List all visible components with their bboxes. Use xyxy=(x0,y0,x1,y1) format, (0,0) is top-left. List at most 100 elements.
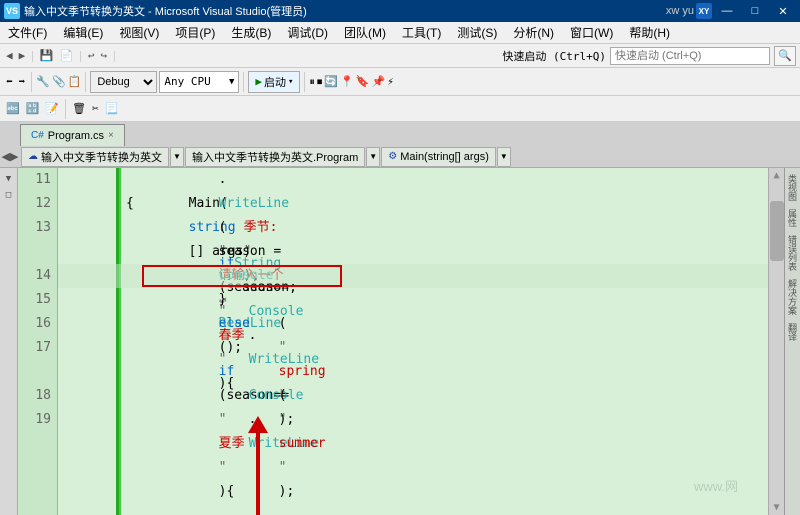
scroll-up-button[interactable]: ▲ xyxy=(769,168,784,181)
t2-icon-4[interactable]: 🗑 xyxy=(70,100,88,117)
watermark: www.网 xyxy=(694,476,738,495)
save-icon[interactable]: 💾 xyxy=(38,47,56,64)
menu-tools[interactable]: 工具(T) xyxy=(394,22,449,43)
cpu-dropdown-arrow: ▼ xyxy=(229,77,234,87)
right-sidebar-properties[interactable]: 属性 xyxy=(786,205,799,231)
menu-project[interactable]: 项目(P) xyxy=(167,22,223,43)
app-icon: VS xyxy=(4,3,20,19)
toolbar: ⬅ ➡ 🔧 📎 📋 Debug Release Any CPU ▼ ▶ 启动 ▾… xyxy=(0,68,800,96)
title-bar-controls: xw yu XY — □ ✕ xyxy=(666,1,796,21)
new-icon[interactable]: 📄 xyxy=(58,47,76,64)
toolbar-icon-4[interactable]: 📎 xyxy=(52,75,66,88)
toolbar2: 🔤 🔡 📝 🗑 ✂ 📃 xyxy=(0,96,800,122)
redo-icon[interactable]: ↪ xyxy=(99,47,110,64)
t2-icon-3[interactable]: 📝 xyxy=(43,100,61,117)
toolbar-icon-7[interactable]: ⏹ xyxy=(317,75,323,89)
scrollbar[interactable]: ▲ ▼ xyxy=(768,168,784,515)
toolbar-icon-8[interactable]: 🔄 xyxy=(324,75,338,88)
toolbar-icon-5[interactable]: 📋 xyxy=(68,75,82,88)
back-icon[interactable]: ◀ xyxy=(4,47,15,64)
forward-icon[interactable]: ▶ xyxy=(17,47,28,64)
sidebar-icon-2[interactable]: □ xyxy=(2,188,16,202)
menu-file[interactable]: 文件(F) xyxy=(0,22,55,43)
line-num-19: 19 xyxy=(18,408,51,432)
scroll-down-button[interactable]: ▼ xyxy=(769,502,784,513)
quick-search-button[interactable]: 🔍 xyxy=(774,46,796,66)
toolbar-icon-1[interactable]: ⬅ xyxy=(4,73,15,90)
separator-1 xyxy=(31,72,32,92)
scroll-thumb[interactable] xyxy=(770,201,784,261)
toolbar-icon-3[interactable]: 🔧 xyxy=(36,75,50,88)
path-segment-1[interactable]: ☁ 输入中文季节转换为英文 xyxy=(21,147,169,167)
path-dropdown-1[interactable]: ▼ xyxy=(170,147,184,167)
toolbar-icons: ◀ ▶ | 💾 📄 | ↩ ↪ | xyxy=(4,47,118,64)
toolbar-icon-10[interactable]: 🔖 xyxy=(356,75,370,88)
cpu-selector[interactable]: Any CPU ▼ xyxy=(159,71,239,93)
change-indicator-bar2 xyxy=(119,168,121,515)
line-num-14: 14 xyxy=(18,264,51,288)
quick-search-input[interactable] xyxy=(610,47,770,65)
tab-name: Program.cs xyxy=(48,130,104,142)
editor-container: ▼ □ 11 12 13 14 15 16 17 18 19 static vo… xyxy=(0,168,800,515)
tab-bar: C# Program.cs × xyxy=(0,122,800,146)
cpu-label: Any CPU xyxy=(164,75,210,88)
t2-icon-6[interactable]: 📃 xyxy=(103,100,121,117)
path-label-1: 输入中文季节转换为英文 xyxy=(41,149,162,165)
path-segment-2[interactable]: 输入中文季节转换为英文.Program xyxy=(185,147,365,167)
maximize-button[interactable]: □ xyxy=(742,1,768,21)
start-label: 启动 xyxy=(264,74,286,90)
left-sidebar: ▼ □ xyxy=(0,168,18,515)
menu-window[interactable]: 窗口(W) xyxy=(562,22,621,43)
undo-icon[interactable]: ↩ xyxy=(86,47,97,64)
menu-help[interactable]: 帮助(H) xyxy=(621,22,678,43)
quick-bar: ◀ ▶ | 💾 📄 | ↩ ↪ | 快速启动 (Ctrl+Q) 🔍 xyxy=(0,44,800,68)
close-button[interactable]: ✕ xyxy=(770,1,796,21)
right-sidebar: 类视图 属性 错误列表 解决方案 翻译 xyxy=(784,168,800,515)
path-dropdown-2[interactable]: ▼ xyxy=(366,147,380,167)
t2-icon-1[interactable]: 🔤 xyxy=(4,100,22,117)
cloud-icon: ☁ xyxy=(28,151,38,162)
separator-3 xyxy=(243,72,244,92)
menu-test[interactable]: 测试(S) xyxy=(449,22,505,43)
tab-close-button[interactable]: × xyxy=(108,130,114,141)
line-num-17b xyxy=(18,360,51,384)
menu-view[interactable]: 视图(V) xyxy=(111,22,167,43)
path-label-2: 输入中文季节转换为英文.Program xyxy=(192,149,358,165)
path-dropdown-3[interactable]: ▼ xyxy=(497,147,511,167)
title-bar-left: VS 输入中文季节转换为英文 - Microsoft Visual Studio… xyxy=(4,3,307,19)
toolbar-icon-6[interactable]: ⏸ xyxy=(309,75,315,89)
t2-icon-2[interactable]: 🔡 xyxy=(24,100,42,117)
t2-separator xyxy=(65,99,66,119)
start-button[interactable]: ▶ 启动 ▾ xyxy=(248,71,300,93)
tab-program-cs[interactable]: C# Program.cs × xyxy=(20,124,125,146)
right-sidebar-solution[interactable]: 解决方案 xyxy=(786,275,799,319)
debug-mode-select[interactable]: Debug Release xyxy=(90,71,157,93)
menu-analyze[interactable]: 分析(N) xyxy=(505,22,562,43)
right-sidebar-class-view[interactable]: 类视图 xyxy=(786,170,799,205)
line-num-18: 18 xyxy=(18,384,51,408)
window-title: 输入中文季节转换为英文 - Microsoft Visual Studio(管理… xyxy=(24,3,307,19)
toolbar-icon-2[interactable]: ➡ xyxy=(17,73,28,90)
line-num-11: 11 xyxy=(18,168,51,192)
separator-2 xyxy=(85,72,86,92)
path-segment-3[interactable]: ⚙ Main(string[] args) xyxy=(381,147,496,167)
right-sidebar-translate[interactable]: 翻译 xyxy=(786,319,799,345)
line-num-12: 12 xyxy=(18,192,51,216)
menu-team[interactable]: 团队(M) xyxy=(336,22,394,43)
toolbar-icon-11[interactable]: 📌 xyxy=(372,75,386,88)
right-sidebar-errors[interactable]: 错误列表 xyxy=(786,231,799,275)
line-num-13b xyxy=(18,240,51,264)
t2-icon-5[interactable]: ✂ xyxy=(90,100,101,117)
code-area[interactable]: static void Main( string [] args) { Cons… xyxy=(58,168,768,515)
menu-edit[interactable]: 编辑(E) xyxy=(55,22,111,43)
toolbar-icon-9[interactable]: 📍 xyxy=(340,75,354,88)
separator-4 xyxy=(304,72,305,92)
user-avatar: XY xyxy=(696,3,712,19)
menu-debug[interactable]: 调试(D) xyxy=(279,22,336,43)
menu-build[interactable]: 生成(B) xyxy=(223,22,279,43)
toolbar-icon-12[interactable]: ⚡ xyxy=(387,75,394,88)
line-num-16: 16 xyxy=(18,312,51,336)
minimize-button[interactable]: — xyxy=(714,1,740,21)
line-numbers: 11 12 13 14 15 16 17 18 19 xyxy=(18,168,58,515)
sidebar-icon-1[interactable]: ▼ xyxy=(2,172,16,186)
